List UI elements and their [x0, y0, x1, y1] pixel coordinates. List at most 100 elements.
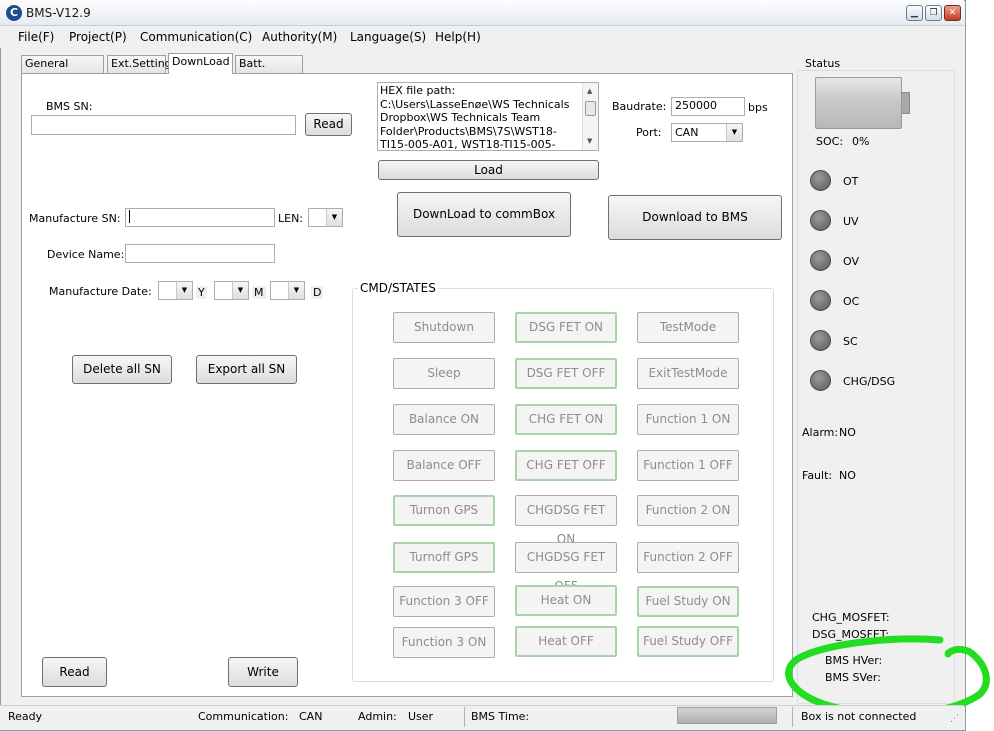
led-ov-label: OV: [843, 255, 859, 268]
read-sn-button[interactable]: Read: [305, 113, 352, 136]
cmd-turnon-gps-button[interactable]: Turnon GPS: [393, 495, 495, 526]
chevron-down-icon[interactable]: ▼: [232, 282, 248, 299]
chg-mosfet-label: CHG_MOSFET:: [812, 611, 890, 624]
fault-value: NO: [839, 469, 856, 482]
led-sc-label: SC: [843, 335, 858, 348]
cmd-shutdown-button[interactable]: Shutdown: [393, 312, 495, 343]
menu-file[interactable]: File(F): [18, 30, 54, 44]
led-chg-dsg: [810, 370, 831, 391]
title-bar[interactable]: C BMS-V12.9 ▁ ❐ ✕: [0, 0, 964, 26]
bms-sn-label: BMS SN:: [46, 100, 93, 113]
write-button[interactable]: Write: [228, 657, 298, 687]
scroll-down-icon[interactable]: ▼: [587, 135, 592, 149]
tab-general-setting[interactable]: General Setting: [21, 55, 104, 86]
led-ov: [810, 250, 831, 271]
led-chg-dsg-label: CHG/DSG: [843, 375, 896, 388]
battery-icon: [815, 77, 902, 129]
cmd-chg-fet-on-button[interactable]: CHG FET ON: [515, 404, 617, 435]
cmd-function2-off-button[interactable]: Function 2 OFF: [637, 542, 739, 573]
cmd-function1-off-button[interactable]: Function 1 OFF: [637, 450, 739, 481]
cmd-chg-fet-off-button[interactable]: CHG FET OFF: [515, 450, 617, 481]
cmd-function2-on-button[interactable]: Function 2 ON: [637, 495, 739, 526]
cmd-function1-on-button[interactable]: Function 1 ON: [637, 404, 739, 435]
tab-download[interactable]: DownLoad: [168, 53, 233, 74]
highlight-stroke: [785, 635, 990, 718]
bms-sn-input[interactable]: [31, 115, 296, 135]
resize-grip-icon[interactable]: ⋰: [950, 714, 959, 724]
cmd-heat-on-button[interactable]: Heat ON: [515, 585, 617, 616]
box-connection-status: Box is not connected: [801, 710, 917, 723]
cmd-sleep-button[interactable]: Sleep: [393, 358, 495, 389]
export-all-sn-button[interactable]: Export all SN: [196, 355, 297, 384]
month-select[interactable]: ▼: [214, 281, 249, 300]
alarm-value: NO: [839, 426, 856, 439]
cmd-states-title: CMD/STATES: [358, 281, 438, 295]
cmd-balance-on-button[interactable]: Balance ON: [393, 404, 495, 435]
hex-path-textarea[interactable]: HEX file path: C:\Users\LasseEnøe\WS Tec…: [377, 82, 599, 151]
port-label: Port:: [636, 126, 662, 139]
cmd-turnoff-gps-button[interactable]: Turnoff GPS: [393, 542, 495, 573]
admin-value: User: [408, 710, 434, 723]
status-title: Status: [804, 57, 842, 70]
year-label: Y: [196, 286, 207, 299]
year-select[interactable]: ▼: [158, 281, 193, 300]
app-logo-icon: C: [6, 5, 22, 21]
fault-label: Fault:: [802, 469, 833, 482]
scroll-thumb[interactable]: [585, 101, 596, 116]
chevron-down-icon[interactable]: ▼: [726, 124, 742, 141]
led-ot: [810, 170, 831, 191]
chevron-down-icon[interactable]: ▼: [288, 282, 304, 299]
led-uv: [810, 210, 831, 231]
menu-authority[interactable]: Authority(M): [262, 30, 337, 44]
bps-label: bps: [748, 101, 768, 114]
manufacture-date-label: Manufacture Date:: [49, 285, 152, 298]
day-label: D: [311, 286, 324, 299]
menu-project[interactable]: Project(P): [69, 30, 127, 44]
cmd-function3-off-button[interactable]: Function 3 OFF: [393, 586, 495, 617]
maximize-icon[interactable]: ❐: [925, 5, 942, 21]
admin-label: Admin:: [358, 710, 397, 723]
cmd-function3-on-button[interactable]: Function 3 ON: [393, 627, 495, 658]
download-commbox-button[interactable]: DownLoad to commBox: [397, 192, 571, 237]
hex-path-scrollbar[interactable]: ▲ ▼: [582, 83, 598, 150]
window-title: BMS-V12.9: [26, 6, 91, 20]
baudrate-input[interactable]: 250000: [671, 97, 745, 116]
len-select[interactable]: ▼: [308, 208, 343, 227]
menu-language[interactable]: Language(S): [350, 30, 426, 44]
device-name-input[interactable]: [125, 244, 275, 263]
ready-status: Ready: [8, 710, 43, 723]
read-button[interactable]: Read: [42, 657, 107, 687]
hex-file-path: C:\Users\LasseEnøe\WS Technicals Dropbox…: [380, 97, 570, 151]
close-icon[interactable]: ✕: [944, 5, 961, 21]
download-bms-button[interactable]: Download to BMS: [608, 195, 782, 240]
menu-help[interactable]: Help(H): [435, 30, 481, 44]
load-button[interactable]: Load: [378, 160, 599, 180]
delete-all-sn-button[interactable]: Delete all SN: [72, 355, 172, 384]
tab-ext-setting[interactable]: Ext.Setting: [107, 55, 172, 73]
cmd-balance-off-button[interactable]: Balance OFF: [393, 450, 495, 481]
chevron-down-icon[interactable]: ▼: [176, 282, 192, 299]
cmd-dsg-fet-off-button[interactable]: DSG FET OFF: [515, 358, 617, 389]
cmd-testmode-button[interactable]: TestMode: [637, 312, 739, 343]
led-ot-label: OT: [843, 175, 859, 188]
cmd-exit-testmode-button[interactable]: ExitTestMode: [637, 358, 739, 389]
communication-label: Communication:: [198, 710, 289, 723]
day-select[interactable]: ▼: [270, 281, 305, 300]
status-separator: [464, 707, 465, 727]
len-label: LEN:: [278, 212, 304, 225]
menu-communication[interactable]: Communication(C): [140, 30, 252, 44]
cmd-chgdsg-fet-off-button[interactable]: CHGDSG FET OFF: [515, 542, 617, 593]
chevron-down-icon[interactable]: ▼: [326, 209, 342, 226]
minimize-icon[interactable]: ▁: [906, 5, 923, 21]
device-name-label: Device Name:: [47, 248, 125, 261]
cmd-dsg-fet-on-button[interactable]: DSG FET ON: [515, 312, 617, 343]
cmd-fuel-study-on-button[interactable]: Fuel Study ON: [637, 586, 739, 617]
battery-terminal: [902, 92, 910, 114]
manufacture-sn-input[interactable]: [125, 208, 275, 227]
cmd-heat-off-button[interactable]: Heat OFF: [515, 626, 617, 657]
cmd-chgdsg-fet-on-button[interactable]: CHGDSG FET ON: [515, 495, 617, 546]
tab-batt-monitor[interactable]: Batt. Monitor: [235, 55, 303, 86]
port-select[interactable]: CAN ▼: [671, 123, 743, 142]
cmd-fuel-study-off-button[interactable]: Fuel Study OFF: [637, 626, 739, 657]
scroll-up-icon[interactable]: ▲: [587, 85, 592, 99]
